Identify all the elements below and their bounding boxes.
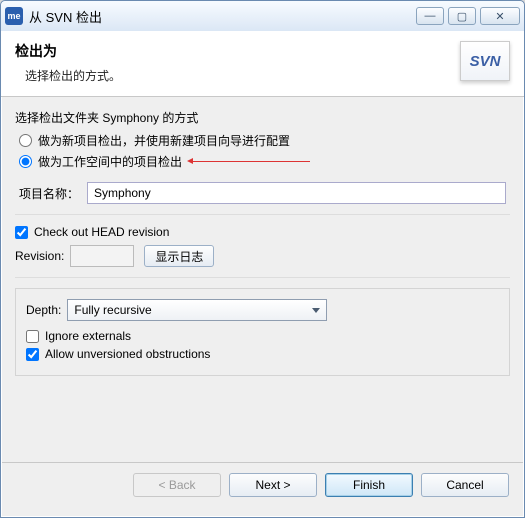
radio-new-project-label: 做为新项目检出，并使用新建项目向导进行配置 [38,132,290,149]
depth-dropdown-value: Fully recursive [74,303,151,317]
minimize-button[interactable]: — [416,7,444,25]
depth-row: Depth: Fully recursive [26,299,499,321]
svn-logo-icon: SVN [460,41,510,81]
checkbox-head-revision-label: Check out HEAD revision [34,225,169,239]
project-name-label: 项目名称： [19,185,79,202]
revision-label: Revision: [15,249,64,263]
dialog-window: me 从 SVN 检出 — ▢ ✕ 检出为 选择检出的方式。 SVN 选择检出文… [0,0,525,518]
wizard-content: 选择检出文件夹 Symphony 的方式 做为新项目检出，并使用新建项目向导进行… [1,97,524,388]
radio-new-project-input[interactable] [19,134,32,147]
app-icon: me [5,7,23,25]
radio-new-project[interactable]: 做为新项目检出，并使用新建项目向导进行配置 [19,132,510,149]
checkbox-ignore-externals[interactable]: Ignore externals [26,329,499,343]
project-name-row: 项目名称： [19,182,506,204]
checkout-options-group: Depth: Fully recursive Ignore externals … [15,288,510,376]
section-label: 选择检出文件夹 Symphony 的方式 [15,109,510,126]
titlebar: me 从 SVN 检出 — ▢ ✕ [1,1,524,31]
finish-button[interactable]: Finish [325,473,413,497]
close-button[interactable]: ✕ [480,7,520,25]
checkbox-allow-unversioned[interactable]: Allow unversioned obstructions [26,347,499,361]
project-name-input[interactable] [87,182,506,204]
revision-row: Revision: 显示日志 [15,245,510,267]
wizard-title: 检出为 [15,41,460,61]
separator [15,214,510,215]
checkbox-head-revision-input[interactable] [15,226,28,239]
checkbox-allow-unversioned-label: Allow unversioned obstructions [45,347,210,361]
checkbox-head-revision[interactable]: Check out HEAD revision [15,225,510,239]
checkbox-ignore-externals-input[interactable] [26,330,39,343]
radio-workspace-project-input[interactable] [19,155,32,168]
radio-workspace-project-label: 做为工作空间中的项目检出 [38,153,182,170]
window-title: 从 SVN 检出 [29,7,412,26]
depth-label: Depth: [26,303,61,317]
cancel-button[interactable]: Cancel [421,473,509,497]
wizard-header: 检出为 选择检出的方式。 SVN [1,31,524,97]
maximize-button[interactable]: ▢ [448,7,476,25]
show-log-button[interactable]: 显示日志 [144,245,214,267]
wizard-button-bar: < Back Next > Finish Cancel [2,462,523,507]
next-button[interactable]: Next > [229,473,317,497]
chevron-down-icon [312,308,320,313]
revision-input [70,245,134,267]
checkbox-allow-unversioned-input[interactable] [26,348,39,361]
radio-workspace-project[interactable]: 做为工作空间中的项目检出 [19,153,510,170]
depth-dropdown[interactable]: Fully recursive [67,299,327,321]
annotation-arrow-icon [190,161,310,162]
separator [15,277,510,278]
wizard-subtitle: 选择检出的方式。 [15,67,460,84]
back-button: < Back [133,473,221,497]
checkbox-ignore-externals-label: Ignore externals [45,329,131,343]
